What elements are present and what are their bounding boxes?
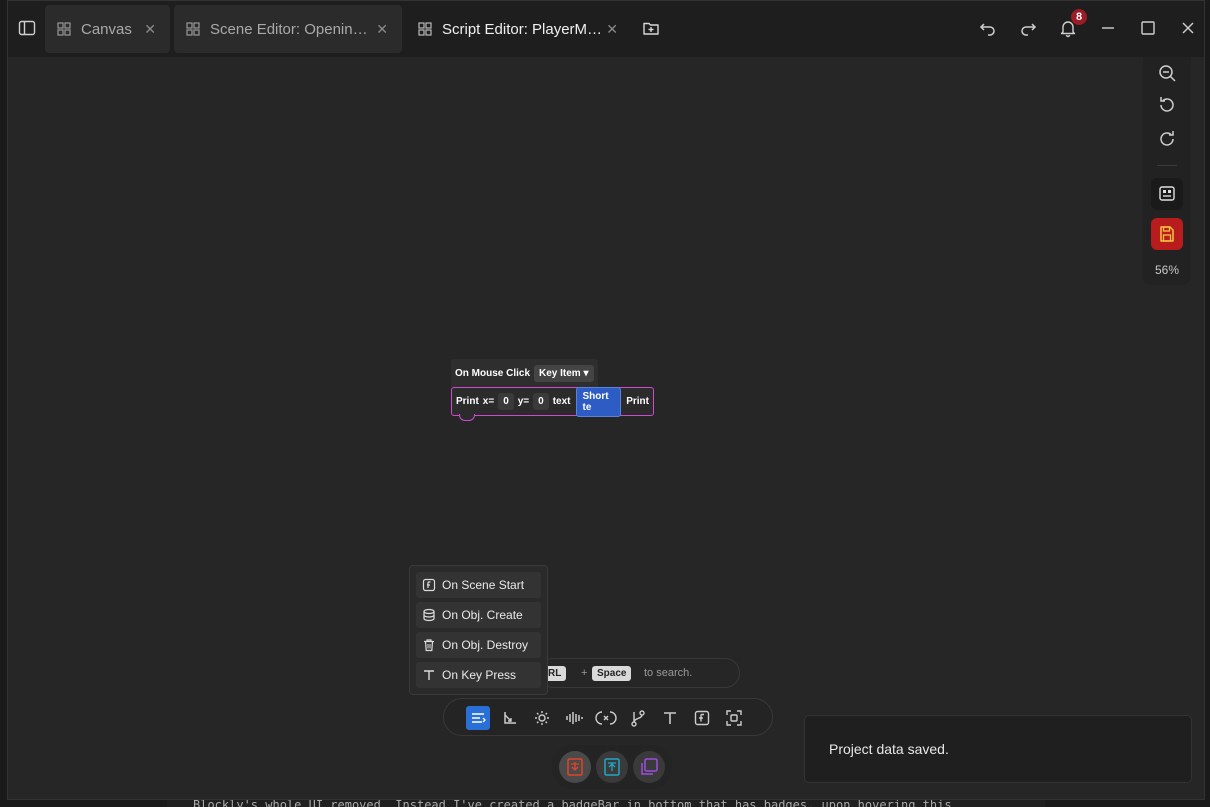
- grid-icon: [57, 22, 71, 36]
- event-block-label: On Mouse Click: [455, 367, 531, 379]
- plus-sign: +: [581, 667, 588, 679]
- event-block[interactable]: On Mouse Click Key Item ▾: [451, 359, 598, 387]
- y-label: y=: [517, 396, 530, 407]
- sidebar-toggle-icon[interactable]: [18, 19, 36, 37]
- sensing-category-button[interactable]: [722, 706, 746, 730]
- grid-icon: [418, 22, 432, 36]
- event-key-dropdown[interactable]: Key Item ▾: [534, 364, 594, 382]
- events-category-button[interactable]: [466, 706, 490, 730]
- text-category-button[interactable]: [658, 706, 682, 730]
- maximize-icon[interactable]: [1138, 18, 1158, 38]
- undo-icon[interactable]: [978, 18, 998, 38]
- text-icon: [422, 668, 436, 682]
- x-label: x=: [482, 396, 495, 407]
- zoom-out-icon[interactable]: [1155, 61, 1179, 85]
- reset-view-icon[interactable]: [1155, 93, 1179, 117]
- save-button[interactable]: [1151, 218, 1183, 250]
- refresh-icon[interactable]: [1155, 127, 1179, 151]
- title-bar: Canvas ✕ Scene Editor: Openin… ✕ Script …: [8, 1, 1204, 57]
- toast-message: Project data saved.: [829, 741, 949, 757]
- search-hint: RL + Space to search.: [538, 658, 740, 688]
- badge-export[interactable]: [596, 751, 628, 783]
- trash-icon: [422, 638, 436, 652]
- tab-label: Script Editor: PlayerM…: [442, 20, 603, 38]
- badge-layers[interactable]: [633, 751, 665, 783]
- menu-item-label: On Scene Start: [442, 578, 525, 592]
- background-text: Blockly's whole UI removed. Instead I've…: [167, 800, 1045, 807]
- tab-label: Scene Editor: Openin…: [210, 20, 368, 38]
- database-icon: [422, 608, 436, 622]
- dropdown-value: Key Item: [539, 367, 581, 379]
- event-block-menu: On Scene Start On Obj. Create On Obj. De…: [409, 565, 548, 695]
- menu-item-on-scene-start[interactable]: On Scene Start: [416, 572, 541, 598]
- tab-scene-editor[interactable]: Scene Editor: Openin… ✕: [174, 5, 402, 53]
- menu-item-on-obj-create[interactable]: On Obj. Create: [416, 602, 541, 628]
- print-block[interactable]: Print x= 0 y= 0 text Short te Print: [451, 386, 654, 417]
- notification-count-badge: 8: [1071, 9, 1087, 25]
- close-icon[interactable]: ✕: [376, 21, 388, 38]
- functions-category-button[interactable]: [690, 706, 714, 730]
- toast-notification: Project data saved.: [804, 715, 1192, 783]
- app-window: Canvas ✕ Scene Editor: Openin… ✕ Script …: [7, 0, 1205, 800]
- menu-item-label: On Obj. Destroy: [442, 638, 529, 652]
- badge-bar: [551, 745, 673, 789]
- print-label: Print: [456, 396, 479, 407]
- close-window-icon[interactable]: [1178, 18, 1198, 38]
- menu-item-label: On Obj. Create: [442, 608, 523, 622]
- text-label: text: [552, 396, 571, 407]
- block-category-toolbar: [443, 698, 773, 736]
- print-tail-label: Print: [626, 396, 649, 407]
- sound-category-button[interactable]: [562, 706, 586, 730]
- search-hint-text: to search.: [644, 667, 693, 679]
- open-folder-icon[interactable]: [642, 19, 660, 37]
- looks-category-button[interactable]: [530, 706, 554, 730]
- divider: [1157, 165, 1177, 166]
- menu-item-on-obj-destroy[interactable]: On Obj. Destroy: [416, 632, 541, 658]
- minimize-icon[interactable]: [1098, 18, 1118, 38]
- badge-blocks[interactable]: [559, 751, 591, 783]
- close-icon[interactable]: ✕: [606, 21, 618, 38]
- zoom-level: 56%: [1154, 263, 1180, 277]
- control-category-button[interactable]: [626, 706, 650, 730]
- space-key: Space: [592, 666, 632, 681]
- x-input[interactable]: 0: [498, 393, 514, 410]
- tab-script-editor[interactable]: Script Editor: PlayerM… ✕: [406, 5, 632, 53]
- function-icon: [422, 578, 436, 592]
- text-input[interactable]: Short te: [575, 386, 622, 417]
- menu-item-label: On Key Press: [442, 668, 517, 682]
- menu-item-on-key-press[interactable]: On Key Press: [416, 662, 541, 688]
- grid-icon: [186, 22, 200, 36]
- tab-canvas[interactable]: Canvas ✕: [45, 5, 170, 53]
- canvas-tools-panel: 56%: [1143, 57, 1191, 285]
- motion-category-button[interactable]: [498, 706, 522, 730]
- minimap-button[interactable]: [1151, 178, 1183, 210]
- script-canvas[interactable]: [8, 57, 1204, 799]
- redo-icon[interactable]: [1018, 18, 1038, 38]
- tab-label: Canvas: [81, 20, 132, 38]
- y-input[interactable]: 0: [533, 393, 549, 410]
- variables-category-button[interactable]: [594, 706, 618, 730]
- close-icon[interactable]: ✕: [144, 21, 156, 38]
